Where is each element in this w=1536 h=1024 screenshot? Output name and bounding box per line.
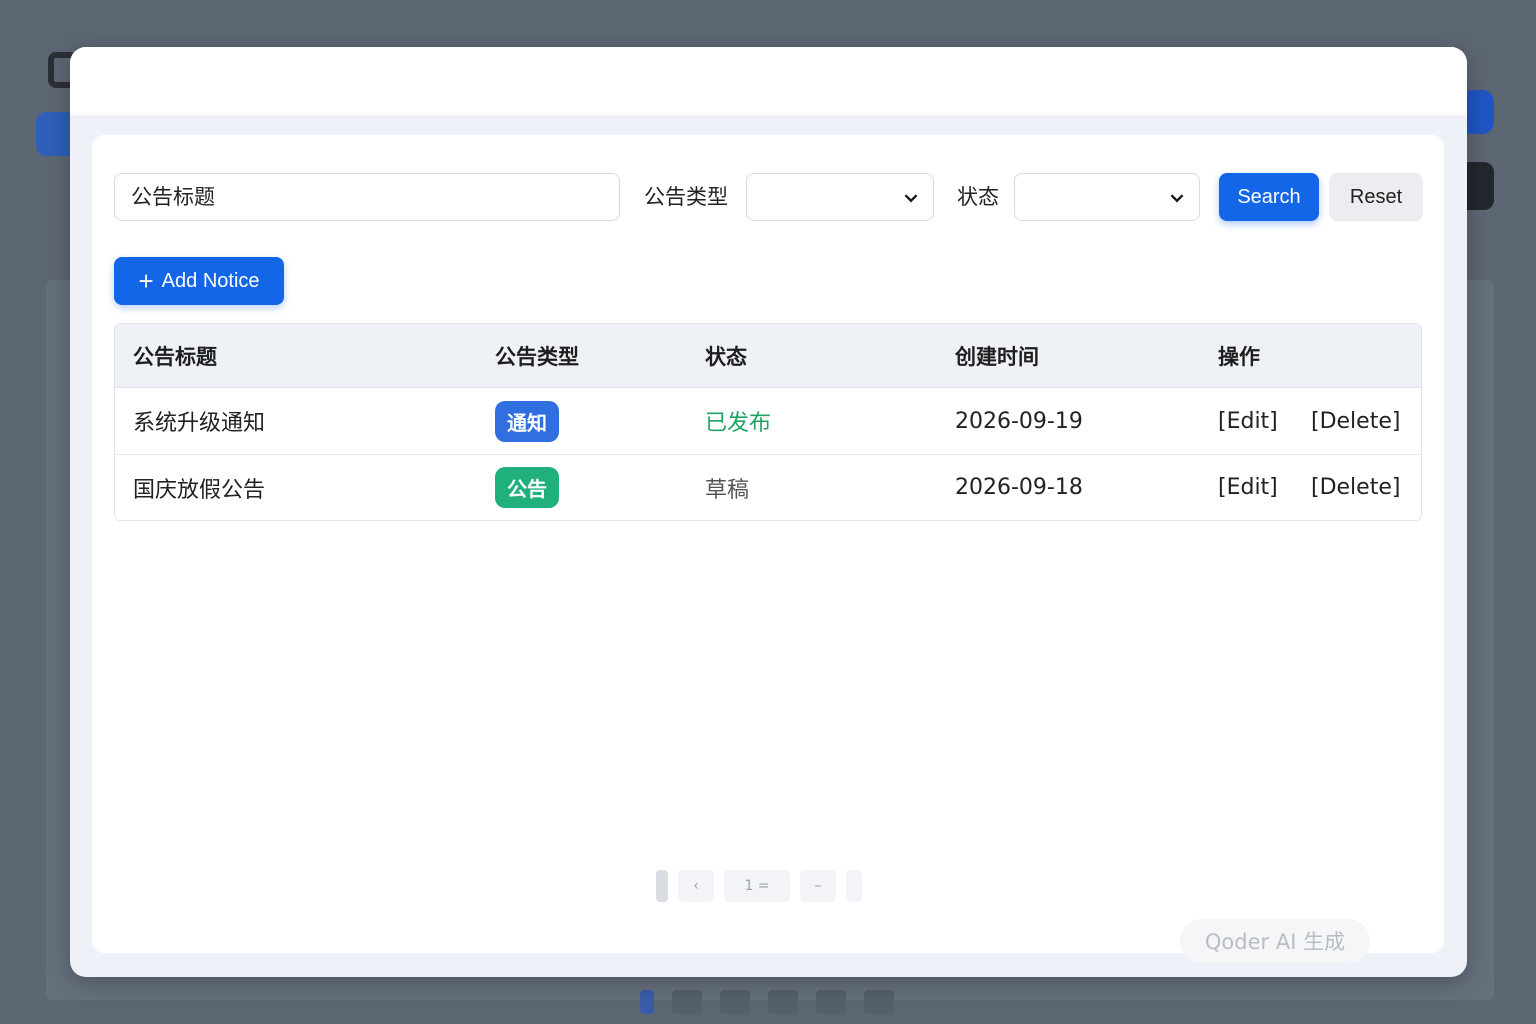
add-notice-button[interactable]: + Add Notice (114, 257, 284, 305)
type-tag: 公告 (495, 467, 559, 508)
chevron-down-icon (904, 189, 918, 203)
table-row: 系统升级通知 通知 已发布 2026-09-19 [Edit] [Delete] (115, 388, 1421, 454)
pagination-pages[interactable]: 1 = (724, 870, 790, 902)
pagination-next[interactable]: – (800, 870, 836, 902)
type-filter-label: 公告类型 (644, 185, 728, 209)
notice-status: 草稿 (705, 477, 750, 503)
column-header-actions: 操作 (1218, 344, 1260, 369)
notice-title: 系统升级通知 (133, 411, 266, 436)
pagination: ‹ 1 = – (656, 869, 862, 903)
notice-modal: 公告标题 公告类型 状态 Search Reset + Add Notice 公… (70, 47, 1467, 977)
pagination-last[interactable] (846, 870, 862, 902)
add-notice-label: Add Notice (161, 269, 260, 292)
plus-icon: + (138, 266, 154, 296)
edit-link[interactable]: [Edit] (1218, 455, 1278, 520)
table-row: 国庆放假公告 公告 草稿 2026-09-18 [Edit] [Delete] (115, 454, 1421, 520)
search-button[interactable]: Search (1219, 173, 1319, 221)
column-header-created: 创建时间 (955, 344, 1039, 369)
notice-type-cell: 公告 (495, 455, 559, 520)
pagination-prev[interactable]: ‹ (678, 870, 714, 902)
notice-created: 2026-09-18 (955, 475, 1083, 500)
pagination-first[interactable] (656, 870, 668, 902)
notice-type-cell: 通知 (495, 388, 559, 454)
notice-status: 已发布 (705, 411, 772, 436)
type-tag: 通知 (495, 400, 559, 442)
status-filter-select[interactable] (1014, 173, 1200, 221)
notice-title: 国庆放假公告 (133, 477, 266, 503)
search-bar: 公告标题 公告类型 状态 Search Reset (114, 173, 1424, 221)
reset-button[interactable]: Reset (1329, 173, 1423, 221)
column-header-type: 公告类型 (495, 344, 579, 369)
column-header-title: 公告标题 (133, 344, 217, 369)
notice-created: 2026-09-19 (955, 408, 1083, 434)
edit-link[interactable]: [Edit] (1218, 388, 1278, 454)
title-search-input[interactable]: 公告标题 (114, 173, 620, 221)
background-pagination (640, 990, 894, 1014)
delete-link[interactable]: [Delete] (1311, 388, 1400, 454)
column-header-status: 状态 (705, 344, 747, 369)
ai-watermark: Qoder AI 生成 (1180, 919, 1370, 963)
chevron-down-icon (1170, 189, 1184, 203)
type-filter-select[interactable] (746, 173, 934, 221)
status-filter-label: 状态 (957, 185, 999, 209)
notice-table: 公告标题 公告类型 状态 创建时间 操作 系统升级通知 通知 已发布 2026-… (114, 323, 1422, 521)
table-header: 公告标题 公告类型 状态 创建时间 操作 (115, 324, 1421, 388)
modal-body: 公告标题 公告类型 状态 Search Reset + Add Notice 公… (92, 135, 1444, 963)
delete-link[interactable]: [Delete] (1311, 455, 1400, 520)
modal-header (70, 47, 1467, 115)
